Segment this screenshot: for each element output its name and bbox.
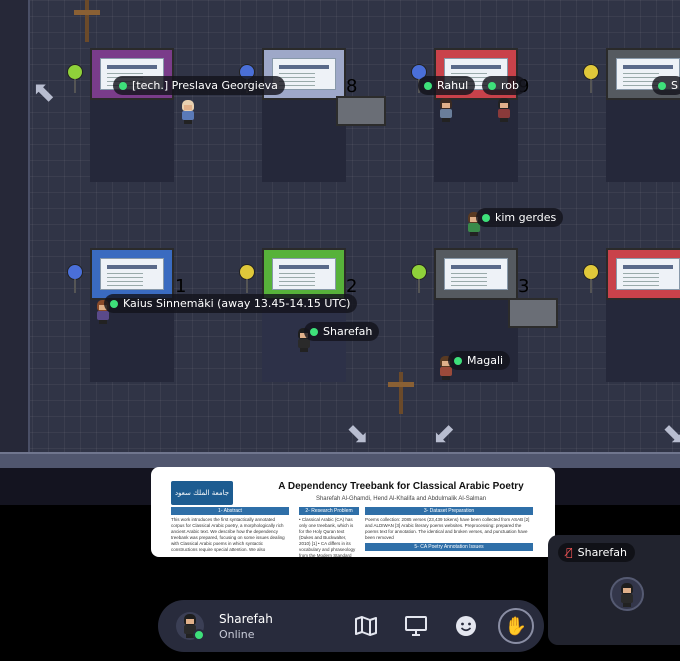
poster-preview[interactable]: جامعة الملك سعود A Dependency Treebank f… xyxy=(151,467,555,557)
arrow-down-right-icon: ⬊ xyxy=(346,417,370,450)
online-status-dot xyxy=(482,213,490,222)
player-avatar[interactable] xyxy=(438,98,454,122)
arrow-down-left-icon: ⬋ xyxy=(432,417,456,450)
lamp-yellow xyxy=(583,264,599,293)
wave-hand-icon[interactable]: ✋ xyxy=(498,608,534,644)
poster-thumbnail xyxy=(444,258,508,290)
lamp-green xyxy=(411,264,427,293)
poster-thumbnail xyxy=(616,258,680,290)
user-avatar[interactable] xyxy=(176,612,205,641)
map-table xyxy=(336,96,386,126)
player-name: Magali xyxy=(467,354,504,367)
poster-booth[interactable] xyxy=(262,48,346,182)
game-map[interactable]: 8 9 1 2 3 ⬉ ⬊ ⬋ ⬊ [tech.] Preslava Georg… xyxy=(0,0,680,505)
poster-board[interactable] xyxy=(606,248,680,300)
player-name-label[interactable]: S xyxy=(652,76,680,95)
screen-share-icon[interactable] xyxy=(402,612,430,640)
section-text: This work introduces the first syntactic… xyxy=(171,517,285,552)
player-avatar[interactable] xyxy=(180,100,196,124)
signpost xyxy=(388,372,414,414)
user-name[interactable]: Sharefah xyxy=(219,612,273,626)
poster-board[interactable] xyxy=(90,248,174,300)
booth-area xyxy=(90,100,174,182)
poster-section: 3- Dataset Preparation Poems collection:… xyxy=(365,507,533,551)
lamp-yellow xyxy=(239,264,255,293)
player-name-label[interactable]: Kaius Sinnemäki (away 13.45-14.15 UTC) xyxy=(104,294,358,313)
section-heading: 1- Abstract xyxy=(171,507,289,515)
section-text: Poems collection: 2085 verses (23,439 to… xyxy=(365,517,530,540)
player-name: Rahul xyxy=(437,79,469,92)
lamp-yellow xyxy=(583,64,599,93)
player-name-label[interactable]: kim gerdes xyxy=(476,208,564,227)
avatar-sprite xyxy=(619,583,635,607)
section-heading: 3- Dataset Preparation xyxy=(365,507,533,515)
poster-booth[interactable] xyxy=(606,48,680,182)
poster-thumbnail xyxy=(100,258,164,290)
poster-authors: Sharefah Al-Ghamdi, Hend Al-Khalifa and … xyxy=(315,496,487,502)
player-name-label[interactable]: Sharefah xyxy=(304,322,380,341)
player-name-label[interactable]: Rahul xyxy=(418,76,476,95)
online-status-dot xyxy=(454,356,462,365)
booth-area xyxy=(606,300,680,382)
online-status-dot xyxy=(488,81,496,90)
player-name-label[interactable]: Magali xyxy=(448,351,511,370)
player-name: S xyxy=(671,79,678,92)
player-name-label[interactable]: [tech.] Preslava Georgieva xyxy=(113,76,285,95)
poster-booth[interactable] xyxy=(90,48,174,182)
poster-board[interactable] xyxy=(262,248,346,300)
online-status-dot xyxy=(119,81,127,90)
signpost xyxy=(74,0,100,42)
online-status-dot xyxy=(110,299,118,308)
online-status-dot xyxy=(193,629,205,641)
mic-off-icon: 🎙̸ xyxy=(566,546,573,559)
player-name: Kaius Sinnemäki (away 13.45-14.15 UTC) xyxy=(123,297,351,310)
arrow-down-right-icon: ⬊ xyxy=(662,417,680,450)
poster-booth[interactable] xyxy=(262,248,346,382)
booth-number: 3 xyxy=(518,276,530,297)
bottom-toolbar: Sharefah Online ✋ xyxy=(158,600,544,652)
video-tile[interactable]: 🎙̸ Sharefah xyxy=(548,535,680,645)
booth-area xyxy=(262,100,346,182)
poster-section: 1- Abstract This work introduces the fir… xyxy=(171,507,289,553)
player-name: Sharefah xyxy=(323,325,373,338)
player-name: rob xyxy=(501,79,519,92)
player-name: kim gerdes xyxy=(495,211,557,224)
map-icon[interactable] xyxy=(352,612,380,640)
map-wall-left xyxy=(0,0,30,455)
poster-thumbnail xyxy=(272,258,336,290)
arrow-up-left-icon: ⬉ xyxy=(32,75,56,108)
poster-title: A Dependency Treebank for Classical Arab… xyxy=(278,481,524,492)
online-status-dot xyxy=(424,81,432,90)
player-avatar[interactable] xyxy=(496,98,512,122)
section-heading: 5- CA Poetry Annotation Issues xyxy=(365,543,533,551)
user-status[interactable]: Online xyxy=(219,628,254,641)
poster-board[interactable] xyxy=(434,248,518,300)
player-name: [tech.] Preslava Georgieva xyxy=(132,79,278,92)
lamp-green xyxy=(67,64,83,93)
section-text: • Classical Arabic (CA) has only one tre… xyxy=(299,517,356,557)
booth-number: 8 xyxy=(346,76,358,97)
online-status-dot xyxy=(310,327,318,336)
map-table xyxy=(508,298,558,328)
video-tile-name: Sharefah xyxy=(577,546,627,559)
lamp-blue xyxy=(67,264,83,293)
poster-booth[interactable] xyxy=(606,248,680,382)
booth-area xyxy=(606,100,680,182)
poster-section: 2- Research Problem • Classical Arabic (… xyxy=(299,507,359,557)
video-tile-name-label: 🎙̸ Sharefah xyxy=(558,543,635,562)
section-heading: 2- Research Problem xyxy=(299,507,359,515)
avatar xyxy=(610,577,644,611)
online-status-dot xyxy=(658,81,666,90)
player-name-label[interactable]: rob xyxy=(482,76,526,95)
university-logo: جامعة الملك سعود xyxy=(171,481,233,505)
emoji-icon[interactable] xyxy=(452,612,480,640)
